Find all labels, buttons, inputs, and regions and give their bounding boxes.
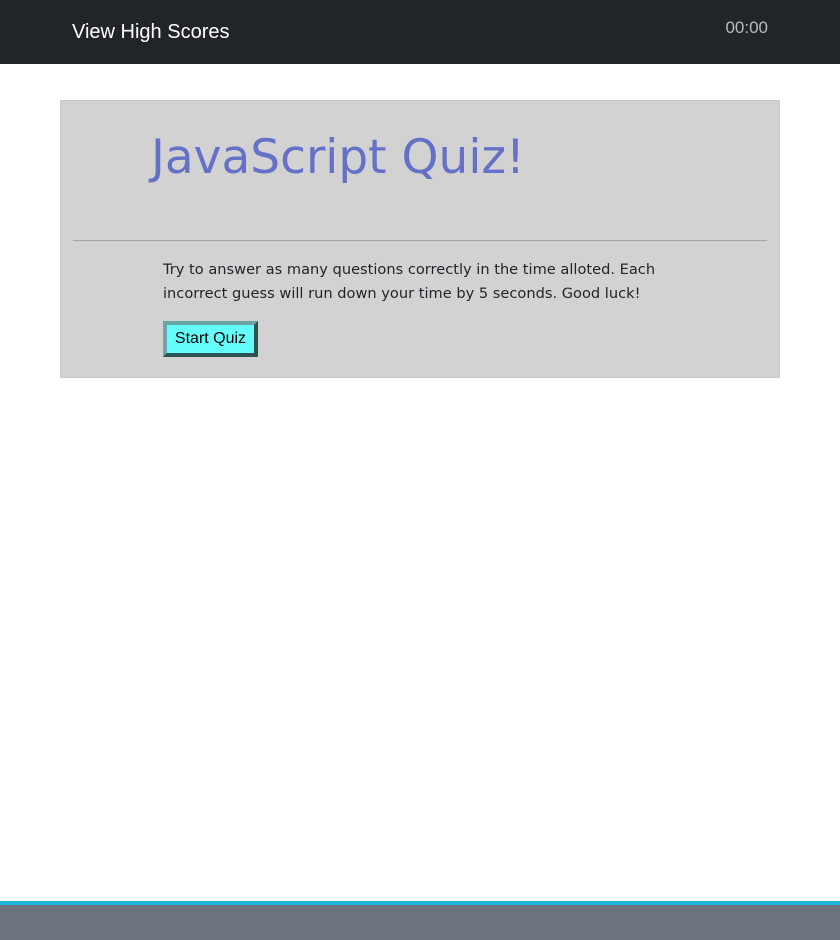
start-quiz-button[interactable]: Start Quiz (163, 321, 258, 357)
timer-display: 00:00 (725, 18, 768, 37)
page-title: JavaScript Quiz! (151, 130, 525, 185)
divider (73, 240, 767, 241)
quiz-intro-card: JavaScript Quiz! Try to answer as many q… (60, 100, 780, 378)
view-high-scores-link[interactable]: View High Scores (72, 19, 229, 45)
top-navbar: View High Scores 00:00 (0, 0, 840, 64)
page-footer (0, 905, 840, 940)
quiz-instructions: Try to answer as many questions correctl… (163, 261, 656, 302)
